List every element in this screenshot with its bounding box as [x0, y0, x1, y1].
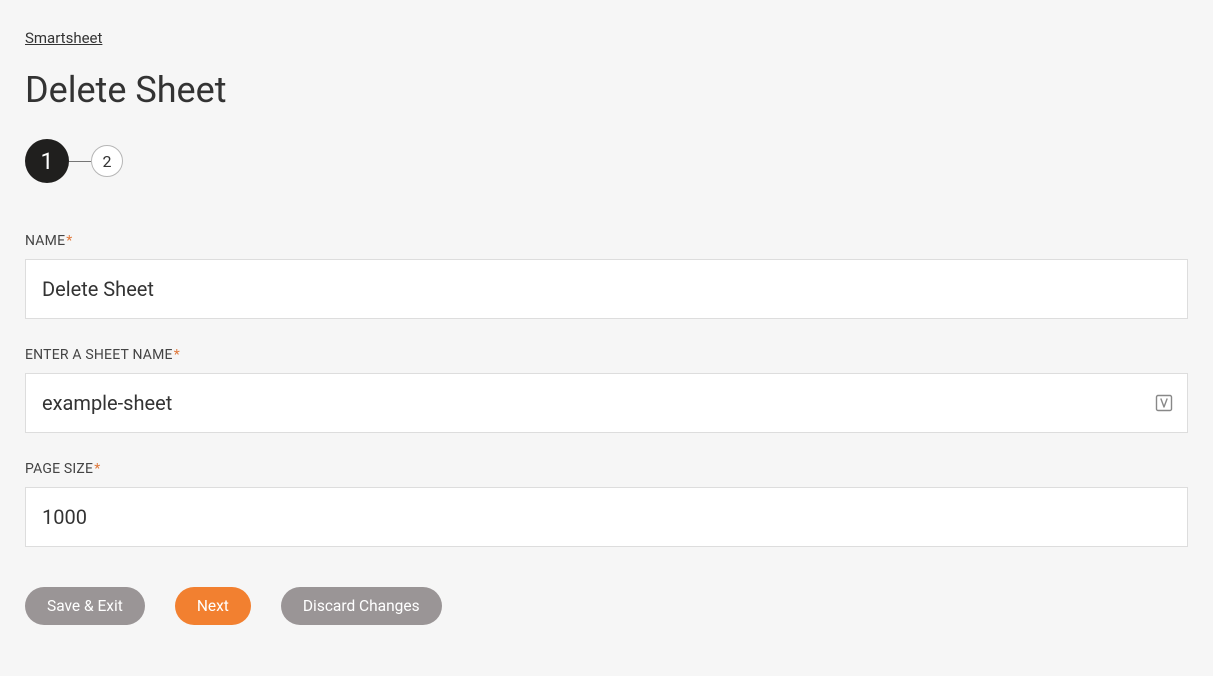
field-name: NAME* [25, 233, 1188, 319]
save-exit-button[interactable]: Save & Exit [25, 587, 145, 625]
page-size-input[interactable] [25, 487, 1188, 547]
sheet-name-label: ENTER A SHEET NAME* [25, 347, 1188, 363]
name-label-text: NAME [25, 233, 65, 249]
required-marker: * [174, 347, 180, 363]
required-marker: * [66, 233, 72, 249]
sheet-name-input-wrapper [25, 373, 1188, 433]
stepper: 1 2 [25, 139, 1188, 183]
step-2[interactable]: 2 [91, 145, 123, 177]
next-button[interactable]: Next [175, 587, 251, 625]
field-page-size: PAGE SIZE* [25, 461, 1188, 547]
sheet-name-input[interactable] [25, 373, 1188, 433]
sheet-name-label-text: ENTER A SHEET NAME [25, 347, 173, 363]
name-input[interactable] [25, 259, 1188, 319]
field-sheet-name: ENTER A SHEET NAME* [25, 347, 1188, 433]
button-row: Save & Exit Next Discard Changes [25, 587, 1188, 625]
breadcrumb-smartsheet[interactable]: Smartsheet [25, 29, 102, 47]
name-label: NAME* [25, 233, 1188, 249]
step-1[interactable]: 1 [25, 139, 69, 183]
page-size-label-text: PAGE SIZE [25, 461, 93, 477]
page-size-label: PAGE SIZE* [25, 461, 1188, 477]
required-marker: * [94, 461, 100, 477]
step-connector [69, 161, 91, 162]
discard-changes-button[interactable]: Discard Changes [281, 587, 442, 625]
page-title: Delete Sheet [25, 69, 1188, 111]
